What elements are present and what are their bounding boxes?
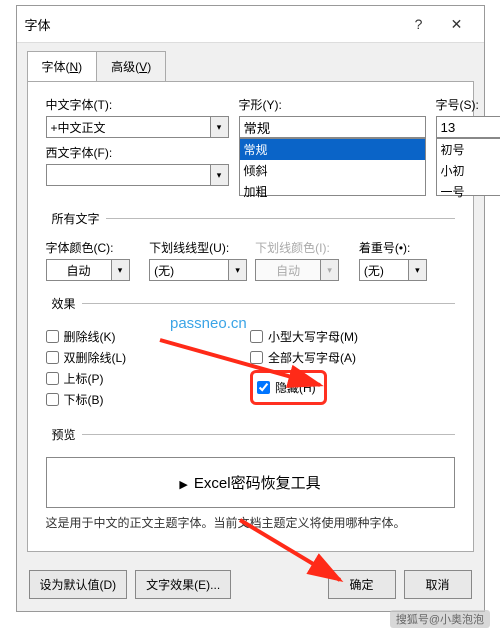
preview-group: 预览 ▶ Excel密码恢复工具 这是用于中文的正文主题字体。当前文档主题定义将使…	[46, 426, 455, 541]
label-font-color: 字体颜色(C):	[46, 239, 142, 256]
titlebar: 字体 ? ✕	[17, 6, 484, 43]
label-underline-color: 下划线颜色(I):	[255, 239, 351, 256]
all-text-group: 所有文字 字体颜色(C): ▾ 下划线线型(U): ▾ 下划线颜色(I): ▾ …	[46, 210, 455, 281]
checkbox-hidden[interactable]: 隐藏(H)	[257, 379, 316, 396]
watermark-text: passneo.cn	[170, 315, 247, 332]
checkbox-smallcaps[interactable]: 小型大写字母(M)	[250, 328, 455, 345]
list-item[interactable]: 加粗	[240, 181, 425, 202]
style-listbox[interactable]: 常规 倾斜 加粗	[239, 138, 426, 196]
style-input[interactable]	[239, 116, 426, 138]
chevron-down-icon[interactable]: ▾	[229, 259, 247, 281]
chevron-down-icon[interactable]: ▾	[112, 259, 130, 281]
set-default-button[interactable]: 设为默认值(D)	[29, 570, 128, 599]
size-input[interactable]	[436, 116, 500, 138]
checkbox-superscript[interactable]: 上标(P)	[46, 370, 251, 387]
label-underline-style: 下划线线型(U):	[149, 239, 247, 256]
legend-all-text: 所有文字	[46, 210, 106, 227]
tab-advanced[interactable]: 高级(V)	[96, 51, 166, 81]
emphasis-select[interactable]	[359, 259, 409, 281]
list-item[interactable]: 倾斜	[240, 160, 425, 181]
list-item[interactable]: 一号	[437, 181, 500, 202]
font-color-select[interactable]	[46, 259, 112, 281]
cancel-button[interactable]: 取消	[404, 570, 472, 599]
description-text: 这是用于中文的正文主题字体。当前文档主题定义将使用哪种字体。	[46, 514, 455, 531]
label-size: 字号(S):	[436, 96, 500, 113]
underline-style-select[interactable]	[149, 259, 229, 281]
chevron-down-icon[interactable]: ▾	[409, 259, 427, 281]
play-icon: ▶	[179, 478, 187, 491]
checkbox-subscript[interactable]: 下标(B)	[46, 391, 251, 408]
preview-box: ▶ Excel密码恢复工具	[46, 457, 455, 508]
legend-preview: 预览	[46, 426, 82, 443]
ok-button[interactable]: 确定	[328, 570, 396, 599]
dialog-body: 中文字体(T): ▾ 西文字体(F): ▾ 字形(Y): 常规 倾斜 加粗	[27, 81, 474, 552]
tab-strip: 字体(N) 高级(V)	[17, 43, 484, 81]
cn-font-input[interactable]	[46, 116, 211, 138]
size-listbox[interactable]: 初号 小初 一号	[436, 138, 500, 196]
tab-font[interactable]: 字体(N)	[27, 51, 98, 81]
close-button[interactable]: ✕	[438, 12, 476, 36]
attribution-text: 搜狐号@小奥泡泡	[390, 610, 490, 628]
text-effects-button[interactable]: 文字效果(E)...	[135, 570, 231, 599]
west-font-dropdown-icon[interactable]: ▾	[211, 164, 229, 186]
preview-text: Excel密码恢复工具	[194, 475, 321, 492]
list-item[interactable]: 初号	[437, 139, 500, 160]
font-dialog: 字体 ? ✕ 字体(N) 高级(V) 中文字体(T): ▾ 西文字体(F): ▾…	[16, 5, 485, 612]
effects-group: 效果 删除线(K) 双删除线(L) 上标(P) 下标(B) 小型大写字母(M) …	[46, 295, 455, 412]
underline-color-select	[255, 259, 321, 281]
list-item[interactable]: 小初	[437, 160, 500, 181]
help-button[interactable]: ?	[400, 12, 438, 36]
label-cn-font: 中文字体(T):	[46, 96, 229, 113]
checkbox-double-strikethrough[interactable]: 双删除线(L)	[46, 349, 251, 366]
highlight-box: 隐藏(H)	[250, 370, 327, 405]
chevron-down-icon: ▾	[321, 259, 339, 281]
legend-effects: 效果	[46, 295, 82, 312]
west-font-input[interactable]	[46, 164, 211, 186]
checkbox-allcaps[interactable]: 全部大写字母(A)	[250, 349, 455, 366]
cn-font-dropdown-icon[interactable]: ▾	[211, 116, 229, 138]
label-emphasis: 着重号(•):	[359, 239, 455, 256]
button-bar: 设为默认值(D) 文字效果(E)... 确定 取消	[17, 562, 484, 611]
list-item[interactable]: 常规	[240, 139, 425, 160]
label-style: 字形(Y):	[239, 96, 426, 113]
dialog-title: 字体	[25, 15, 400, 34]
label-west-font: 西文字体(F):	[46, 144, 229, 161]
